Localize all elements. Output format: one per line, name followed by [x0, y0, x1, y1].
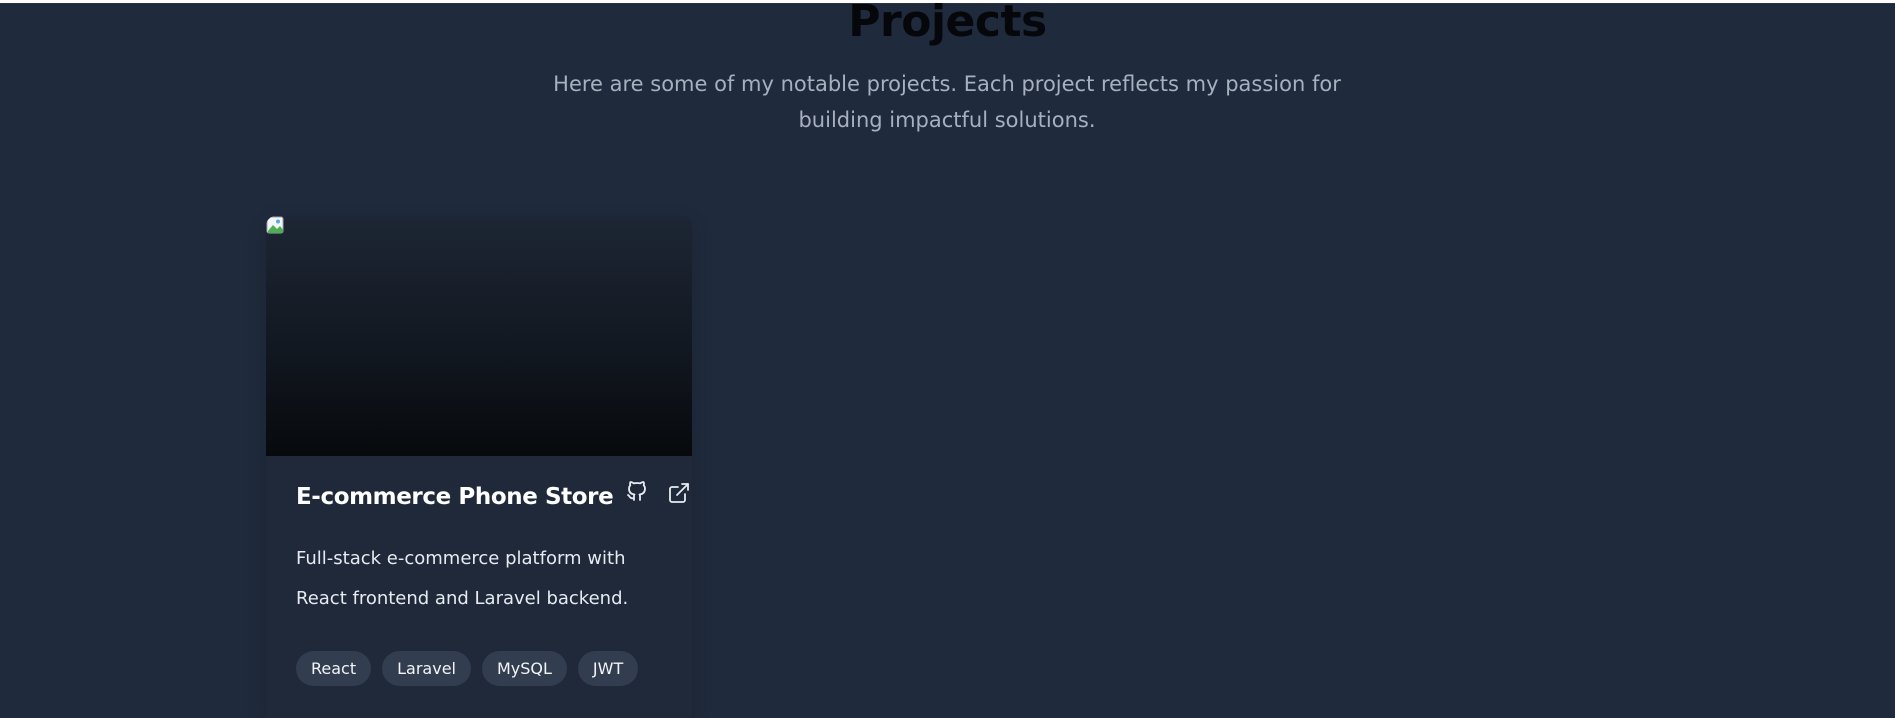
- broken-image-icon: [266, 216, 284, 234]
- tag-mysql: MySQL: [481, 651, 567, 686]
- tag-react: React: [296, 651, 372, 686]
- project-image: [266, 216, 692, 456]
- project-title: E-commerce Phone Store: [296, 484, 614, 510]
- github-link[interactable]: [623, 477, 651, 505]
- page-title: Projects: [848, 0, 1047, 47]
- project-description: Full-stack e-commerce platform with Reac…: [296, 548, 629, 609]
- project-card: E-commerce Phone Store Full-stack e-comm…: [266, 216, 692, 718]
- external-link-icon: [669, 483, 690, 503]
- tag-jwt: JWT: [577, 651, 639, 686]
- external-link[interactable]: [665, 479, 693, 507]
- project-title-row: E-commerce Phone Store: [296, 481, 693, 510]
- tag-laravel: Laravel: [382, 651, 471, 686]
- github-icon: [627, 481, 647, 501]
- project-tags: React Laravel MySQL JWT: [296, 651, 639, 686]
- section-subtitle: Here are some of my notable projects. Ea…: [553, 72, 1341, 132]
